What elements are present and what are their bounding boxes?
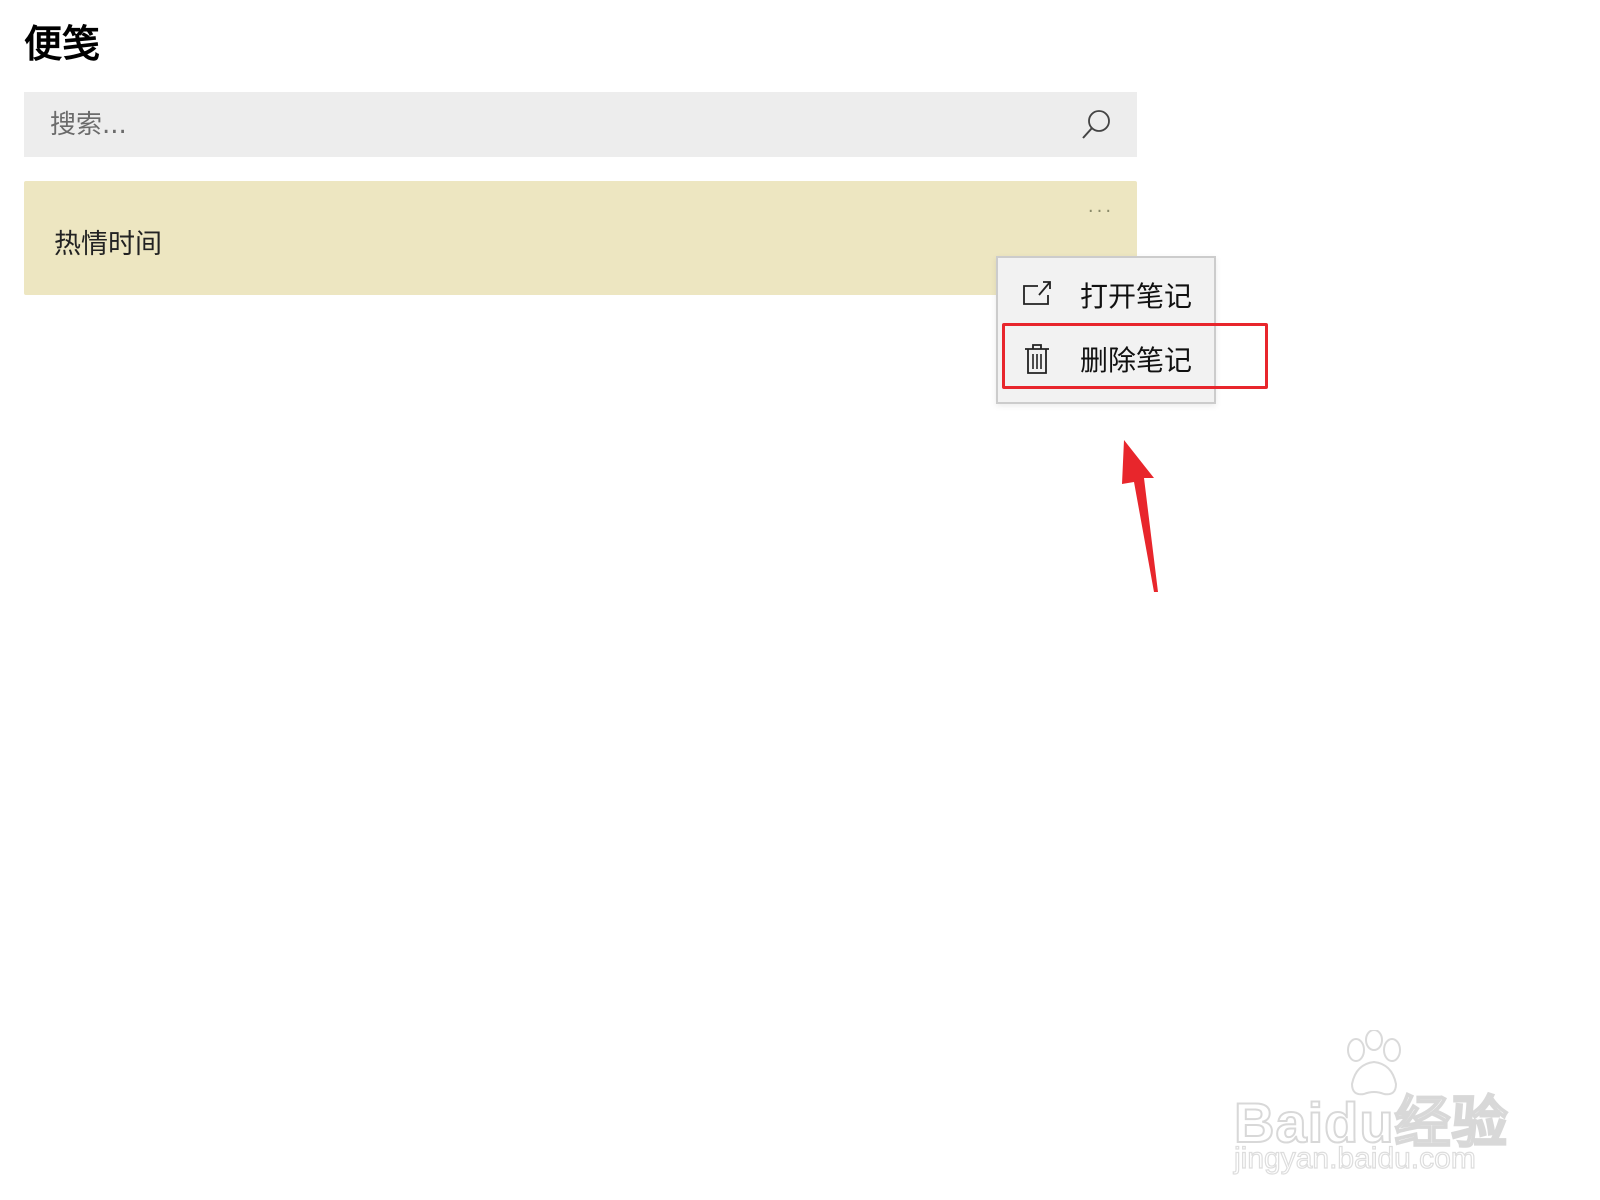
more-options-button[interactable]: ···	[1083, 199, 1119, 223]
open-note-menu-item[interactable]: 打开笔记	[998, 264, 1214, 326]
watermark-url: jingyan.baidu.com	[1233, 1141, 1476, 1175]
search-bar[interactable]	[24, 92, 1137, 157]
baidu-jingyan-watermark: Baidu经验 jingyan.baidu.com	[1233, 1030, 1534, 1180]
open-external-icon	[1023, 281, 1051, 305]
search-icon[interactable]	[1079, 108, 1113, 142]
app-title: 便笺	[24, 22, 101, 66]
annotation-highlight-box	[1002, 323, 1268, 389]
note-card[interactable]: ··· 热情时间	[24, 181, 1137, 295]
note-preview-text: 热情时间	[54, 229, 162, 260]
open-note-label: 打开笔记	[1080, 280, 1193, 313]
search-input[interactable]	[48, 108, 1067, 141]
annotation-arrow-icon	[1122, 440, 1158, 592]
